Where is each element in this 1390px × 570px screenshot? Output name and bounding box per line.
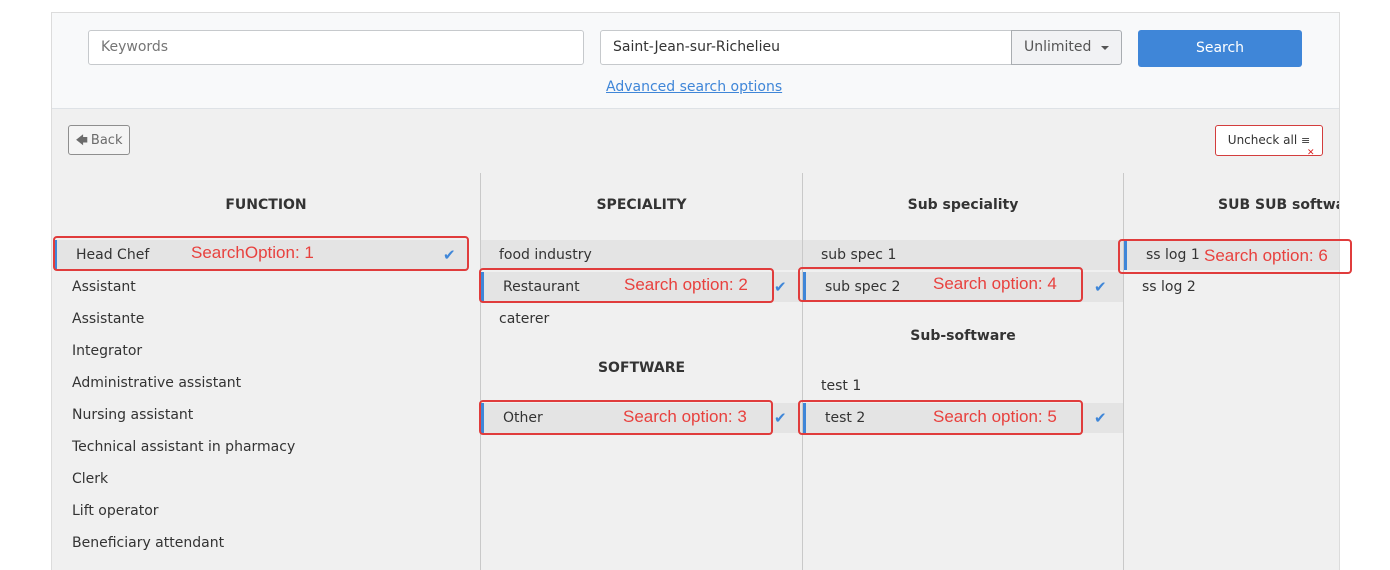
sub-software-heading: Sub-software	[910, 328, 1016, 344]
function-item[interactable]: Assistante	[54, 304, 467, 334]
column-divider	[1123, 173, 1124, 570]
function-item[interactable]: Lift operator	[54, 496, 467, 526]
back-label: Back	[90, 133, 123, 148]
arrow-left-icon: 🡄	[75, 133, 88, 147]
advanced-search-link[interactable]: Advanced search options	[606, 79, 782, 95]
function-heading: FUNCTION	[225, 197, 307, 213]
function-item[interactable]: Clerk	[54, 464, 467, 494]
search-button[interactable]: Search	[1138, 30, 1302, 67]
software-heading: SOFTWARE	[597, 360, 686, 376]
speciality-heading: SPECIALITY	[596, 197, 687, 213]
checkmark-icon: ✔	[774, 409, 787, 427]
sub-software-item[interactable]: test 1	[803, 371, 1123, 401]
annotation-label: Search option: 4	[933, 274, 1057, 293]
function-item[interactable]: Technical assistant in pharmacy	[54, 432, 467, 462]
function-item[interactable]: Beneficiary attendant	[54, 528, 467, 558]
caret-down-icon	[1101, 46, 1109, 50]
checkmark-icon: ✔	[1094, 278, 1107, 296]
sub-sub-software-item[interactable]: ss log 2	[1124, 272, 1339, 302]
annotation-label: SearchOption: 1	[191, 243, 314, 262]
uncheck-all-label: Uncheck all	[1227, 133, 1298, 147]
sub-speciality-item[interactable]: sub spec 1	[803, 240, 1123, 270]
annotation-label: Search option: 2	[624, 275, 748, 294]
annotation-label: Search option: 3	[623, 407, 747, 426]
location-input[interactable]: Saint-Jean-sur-Richelieu	[600, 30, 1012, 65]
speciality-item[interactable]: food industry	[481, 240, 802, 270]
speciality-item[interactable]: caterer	[481, 304, 802, 334]
sub-sub-software-heading: SUB SUB softwar	[1218, 197, 1340, 213]
back-button[interactable]: 🡄 Back	[68, 125, 130, 155]
checkmark-icon: ✔	[1094, 409, 1107, 427]
annotation-label: Search option: 6	[1204, 246, 1328, 265]
function-item[interactable]: Integrator	[54, 336, 467, 366]
radius-select[interactable]: Unlimited	[1011, 30, 1122, 65]
radius-value: Unlimited	[1024, 39, 1092, 55]
function-item[interactable]: Assistant	[54, 272, 467, 302]
function-item[interactable]: Administrative assistant	[54, 368, 467, 398]
sub-speciality-heading: Sub speciality	[907, 197, 1019, 213]
keywords-input[interactable]: Keywords	[88, 30, 584, 65]
function-item[interactable]: Nursing assistant	[54, 400, 467, 430]
uncheck-all-button[interactable]: Uncheck all ≡ ✕	[1215, 125, 1323, 158]
search-bar: Keywords Saint-Jean-sur-Richelieu Unlimi…	[52, 13, 1339, 109]
annotation-label: Search option: 5	[933, 407, 1057, 426]
clear-list-icon: ≡ ✕	[1300, 134, 1315, 158]
checkmark-icon: ✔	[774, 278, 787, 296]
